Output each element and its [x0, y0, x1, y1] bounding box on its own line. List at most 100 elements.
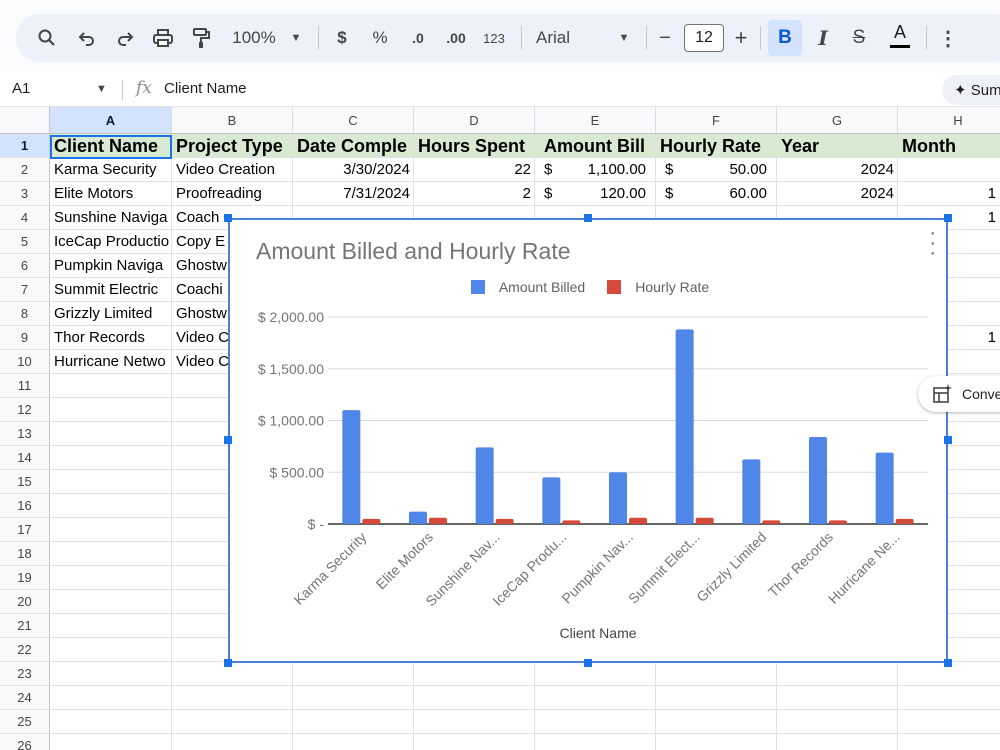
- table-cell[interactable]: 3/30/2024: [293, 158, 414, 182]
- cell-g1[interactable]: Year: [777, 134, 898, 158]
- chart-resize-handle[interactable]: [944, 214, 952, 222]
- table-cell[interactable]: 22: [414, 158, 535, 182]
- summarize-chip[interactable]: ✦ Sum: [942, 75, 1000, 105]
- strikethrough-button[interactable]: S: [848, 14, 870, 62]
- table-cell[interactable]: Video Creation: [172, 158, 293, 182]
- table-cell[interactable]: 7/31/2024: [293, 182, 414, 206]
- chart-resize-handle[interactable]: [224, 659, 232, 667]
- table-cell[interactable]: 1,100.00: [560, 158, 656, 182]
- table-cell[interactable]: Elite Motors: [50, 182, 172, 206]
- column-header-d[interactable]: D: [414, 107, 535, 133]
- table-cell[interactable]: IceCap Productio: [50, 230, 172, 254]
- column-header-b[interactable]: B: [172, 107, 293, 133]
- bold-button[interactable]: B: [768, 20, 802, 56]
- row-header-11[interactable]: 11: [0, 374, 50, 398]
- table-cell[interactable]: 2024: [777, 182, 898, 206]
- chart-resize-handle[interactable]: [944, 659, 952, 667]
- font-size-input[interactable]: 12: [684, 24, 724, 52]
- currency-format-button[interactable]: $: [330, 14, 354, 62]
- row-header-3[interactable]: 3: [0, 182, 50, 206]
- row-header-25[interactable]: 25: [0, 710, 50, 734]
- chart-resize-handle[interactable]: [584, 214, 592, 222]
- increase-font-size-button[interactable]: +: [730, 14, 752, 62]
- table-cell[interactable]: 120.00: [560, 182, 656, 206]
- search-menus-icon[interactable]: [30, 14, 64, 62]
- column-header-g[interactable]: G: [777, 107, 898, 133]
- decrease-decimal-button[interactable]: .0: [402, 14, 434, 62]
- chart-resize-handle[interactable]: [944, 436, 952, 444]
- row-header-19[interactable]: 19: [0, 566, 50, 590]
- zoom-select[interactable]: 100%: [226, 14, 282, 62]
- row-header-2[interactable]: 2: [0, 158, 50, 182]
- table-cell[interactable]: 50.00: [680, 158, 777, 182]
- select-all-corner[interactable]: [0, 107, 50, 133]
- table-cell[interactable]: Grizzly Limited: [50, 302, 172, 326]
- table-cell[interactable]: Hurricane Netwo: [50, 350, 172, 374]
- row-header-8[interactable]: 8: [0, 302, 50, 326]
- row-header-24[interactable]: 24: [0, 686, 50, 710]
- zoom-caret-icon[interactable]: ▼: [286, 14, 306, 62]
- row-header-10[interactable]: 10: [0, 350, 50, 374]
- row-header-16[interactable]: 16: [0, 494, 50, 518]
- row-header-9[interactable]: 9: [0, 326, 50, 350]
- column-header-f[interactable]: F: [656, 107, 777, 133]
- font-caret-icon[interactable]: ▼: [614, 14, 634, 62]
- cell-b1[interactable]: Project Type: [172, 134, 293, 158]
- table-cell[interactable]: [898, 158, 1000, 182]
- percent-format-button[interactable]: %: [368, 14, 392, 62]
- table-cell[interactable]: 2024: [777, 158, 898, 182]
- cell-f1[interactable]: Hourly Rate: [656, 134, 777, 158]
- table-cell[interactable]: 2: [414, 182, 535, 206]
- increase-decimal-button[interactable]: .00: [440, 14, 472, 62]
- row-header-1[interactable]: 1: [0, 134, 50, 158]
- table-cell[interactable]: Pumpkin Naviga: [50, 254, 172, 278]
- table-cell[interactable]: 60.00: [680, 182, 777, 206]
- decrease-font-size-button[interactable]: −: [654, 14, 676, 62]
- column-header-h[interactable]: H: [898, 107, 1000, 133]
- table-cell[interactable]: 1: [898, 182, 1000, 206]
- cell-h1[interactable]: Month: [898, 134, 1000, 158]
- row-header-5[interactable]: 5: [0, 230, 50, 254]
- cell-c1[interactable]: Date Comple: [293, 134, 414, 158]
- paint-format-icon[interactable]: [184, 14, 218, 62]
- formula-input[interactable]: Client Name: [164, 80, 247, 97]
- column-header-a[interactable]: A: [50, 107, 172, 133]
- row-header-26[interactable]: 26: [0, 734, 50, 750]
- column-header-c[interactable]: C: [293, 107, 414, 133]
- chart-resize-handle[interactable]: [224, 214, 232, 222]
- row-header-17[interactable]: 17: [0, 518, 50, 542]
- row-header-14[interactable]: 14: [0, 446, 50, 470]
- row-header-20[interactable]: 20: [0, 590, 50, 614]
- more-options-icon[interactable]: ⋮: [938, 14, 958, 62]
- name-box[interactable]: A1: [12, 80, 30, 97]
- row-header-6[interactable]: 6: [0, 254, 50, 278]
- column-header-e[interactable]: E: [535, 107, 656, 133]
- row-header-4[interactable]: 4: [0, 206, 50, 230]
- chart-resize-handle[interactable]: [224, 436, 232, 444]
- row-header-21[interactable]: 21: [0, 614, 50, 638]
- text-color-button[interactable]: A: [888, 22, 912, 54]
- row-header-23[interactable]: 23: [0, 662, 50, 686]
- row-header-18[interactable]: 18: [0, 542, 50, 566]
- number-format-button[interactable]: 123: [478, 14, 510, 62]
- table-cell[interactable]: Summit Electric: [50, 278, 172, 302]
- table-cell[interactable]: Thor Records: [50, 326, 172, 350]
- cell-d1[interactable]: Hours Spent: [414, 134, 535, 158]
- table-cell[interactable]: Karma Security: [50, 158, 172, 182]
- row-header-13[interactable]: 13: [0, 422, 50, 446]
- name-box-caret-icon[interactable]: ▼: [96, 83, 107, 95]
- redo-icon[interactable]: [108, 14, 142, 62]
- font-family-select[interactable]: Arial: [536, 14, 596, 62]
- row-header-15[interactable]: 15: [0, 470, 50, 494]
- table-cell[interactable]: Proofreading: [172, 182, 293, 206]
- embedded-chart[interactable]: Amount Billed and Hourly Rate · · · Amount…: [228, 218, 948, 663]
- row-header-12[interactable]: 12: [0, 398, 50, 422]
- chart-resize-handle[interactable]: [584, 659, 592, 667]
- cell-e1[interactable]: Amount Bill: [535, 134, 656, 158]
- italic-button[interactable]: I: [812, 14, 834, 62]
- print-icon[interactable]: [146, 14, 180, 62]
- row-header-7[interactable]: 7: [0, 278, 50, 302]
- undo-icon[interactable]: [70, 14, 104, 62]
- table-cell[interactable]: Sunshine Naviga: [50, 206, 172, 230]
- convert-chip[interactable]: Conve: [918, 376, 1000, 412]
